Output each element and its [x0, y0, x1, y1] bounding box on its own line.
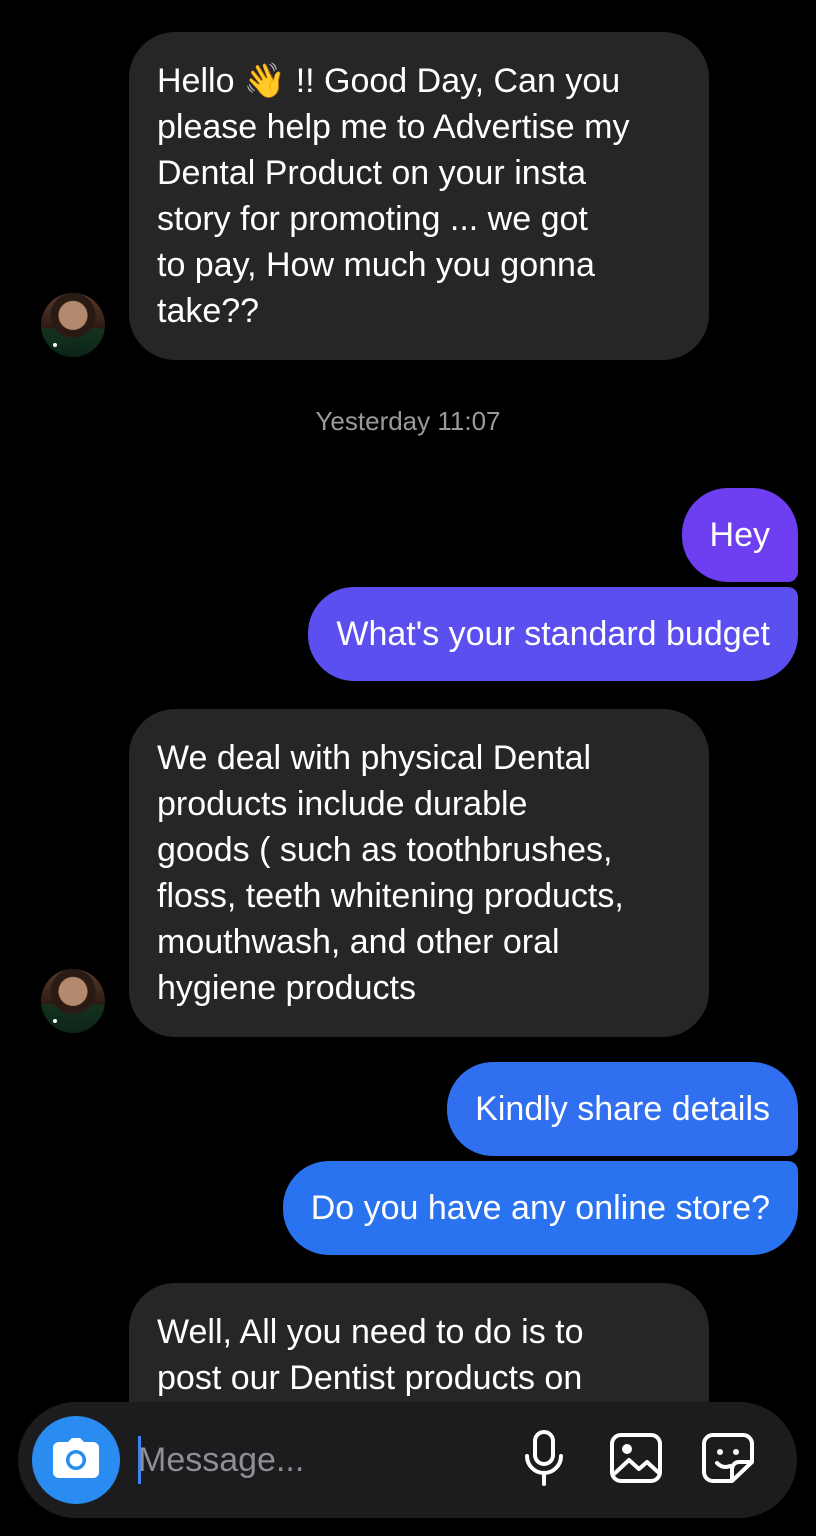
camera-button[interactable] — [32, 1416, 120, 1504]
outgoing-message: Hey — [681, 488, 798, 582]
sticker-icon — [701, 1432, 755, 1489]
gallery-icon — [609, 1432, 663, 1489]
incoming-message: Hello 👋 !! Good Day, Can you please help… — [129, 32, 709, 360]
sender-avatar[interactable] — [41, 969, 105, 1033]
outgoing-message: Do you have any online store? — [282, 1161, 798, 1255]
message-thread[interactable]: Hello 👋 !! Good Day, Can you please help… — [0, 0, 816, 1536]
incoming-message: We deal with physical Dental products in… — [129, 709, 709, 1037]
gallery-button[interactable] — [604, 1428, 668, 1492]
outgoing-message: Kindly share details — [447, 1062, 798, 1156]
message-composer — [18, 1402, 797, 1518]
message-timestamp: Yesterday 11:07 — [315, 406, 501, 436]
microphone-button[interactable] — [512, 1428, 576, 1492]
sticker-button[interactable] — [696, 1428, 760, 1492]
microphone-icon — [524, 1429, 564, 1491]
camera-icon — [53, 1437, 99, 1483]
avatar-dot — [53, 1019, 57, 1023]
avatar-dot — [53, 343, 57, 347]
message-input[interactable] — [138, 1424, 508, 1496]
outgoing-message: What's your standard budget — [308, 587, 798, 681]
sender-avatar[interactable] — [41, 293, 105, 357]
